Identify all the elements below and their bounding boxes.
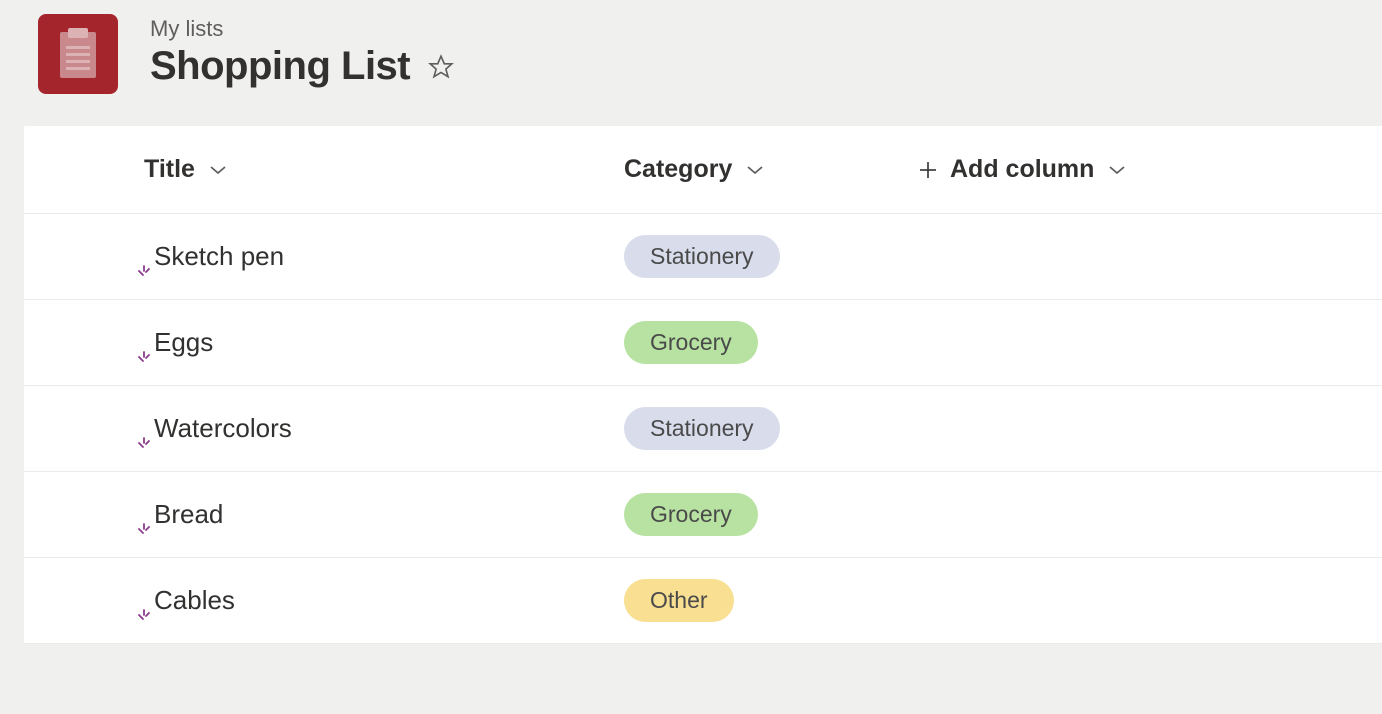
new-item-icon: [136, 607, 154, 630]
category-pill: Grocery: [624, 321, 758, 364]
table-body: Sketch pen Stationery Eggs Grocery Waterco…: [24, 214, 1382, 644]
category-pill: Grocery: [624, 493, 758, 536]
header-text: My lists Shopping List: [150, 14, 454, 89]
row-title-text: Sketch pen: [154, 241, 284, 272]
category-cell: Grocery: [624, 321, 914, 364]
chevron-down-icon: [209, 164, 227, 176]
table-row[interactable]: Watercolors Stationery: [24, 386, 1382, 472]
category-cell: Stationery: [624, 235, 914, 278]
table-header: Title Category: [24, 126, 1382, 214]
page-title: Shopping List: [150, 44, 410, 89]
column-header-title-button[interactable]: Title: [144, 155, 227, 184]
row-title-text: Eggs: [154, 327, 213, 358]
breadcrumb[interactable]: My lists: [150, 16, 454, 42]
title-cell: Bread: [24, 499, 624, 530]
column-header-category: Category: [624, 155, 914, 184]
category-pill: Other: [624, 579, 734, 622]
new-item-icon: [136, 263, 154, 286]
table-row[interactable]: Cables Other: [24, 558, 1382, 644]
column-header-category-button[interactable]: Category: [624, 155, 764, 184]
new-item-icon: [136, 349, 154, 372]
row-title-text: Bread: [154, 499, 223, 530]
list-table: Title Category: [24, 126, 1382, 644]
title-cell: Cables: [24, 585, 624, 616]
row-title-text: Watercolors: [154, 413, 292, 444]
title-cell: Sketch pen: [24, 241, 624, 272]
favorite-star-icon[interactable]: [428, 54, 454, 80]
table-row[interactable]: Sketch pen Stationery: [24, 214, 1382, 300]
title-row: Shopping List: [150, 44, 454, 89]
column-header-title: Title: [24, 155, 624, 184]
new-item-icon: [136, 435, 154, 458]
category-cell: Stationery: [624, 407, 914, 450]
chevron-down-icon: [1108, 164, 1126, 176]
title-cell: Watercolors: [24, 413, 624, 444]
column-header-add: Add column: [914, 155, 1126, 184]
chevron-down-icon: [746, 164, 764, 176]
table-row[interactable]: Bread Grocery: [24, 472, 1382, 558]
row-title-text: Cables: [154, 585, 235, 616]
column-category-label: Category: [624, 155, 732, 184]
category-cell: Grocery: [624, 493, 914, 536]
plus-icon: [918, 160, 938, 180]
category-pill: Stationery: [624, 407, 780, 450]
add-column-button[interactable]: Add column: [918, 155, 1126, 184]
category-cell: Other: [624, 579, 914, 622]
category-pill: Stationery: [624, 235, 780, 278]
column-title-label: Title: [144, 155, 195, 184]
new-item-icon: [136, 521, 154, 544]
add-column-label: Add column: [950, 155, 1094, 184]
page-header: My lists Shopping List: [0, 0, 1382, 94]
clipboard-icon: [56, 28, 100, 80]
list-icon: [38, 14, 118, 94]
table-row[interactable]: Eggs Grocery: [24, 300, 1382, 386]
title-cell: Eggs: [24, 327, 624, 358]
